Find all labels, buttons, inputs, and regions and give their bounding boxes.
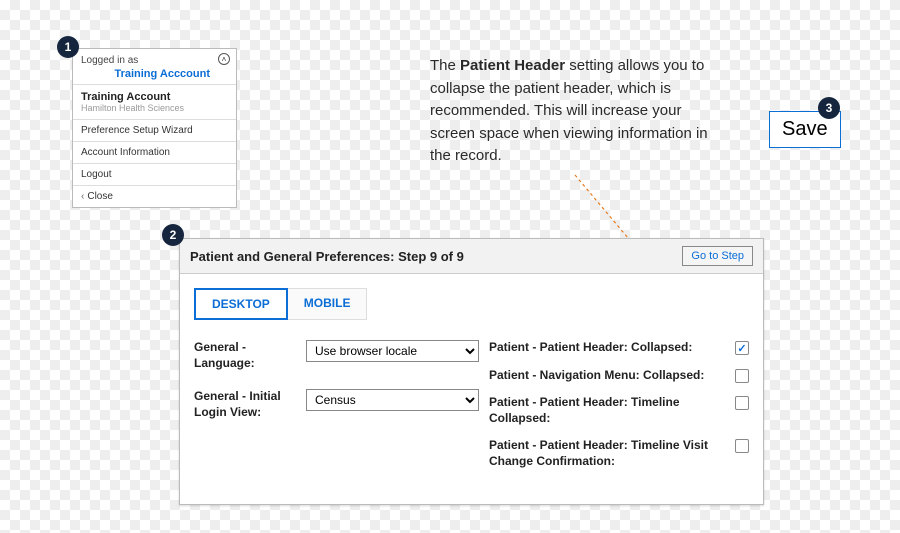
logged-in-label: Logged in as xyxy=(81,55,138,66)
right-column: Patient - Patient Header: Collapsed: Pat… xyxy=(489,340,749,482)
account-org: Hamilton Health Sciences xyxy=(81,103,228,113)
header-collapsed-checkbox[interactable] xyxy=(735,341,749,355)
account-link[interactable]: Training Acccount xyxy=(81,68,228,80)
timeline-collapsed-checkbox[interactable] xyxy=(735,396,749,410)
login-view-select[interactable]: Census xyxy=(306,389,479,411)
step-badge-2: 2 xyxy=(162,224,184,246)
row-visit-confirm: Patient - Patient Header: Timeline Visit… xyxy=(489,438,749,469)
visit-confirm-checkbox[interactable] xyxy=(735,439,749,453)
user-menu-panel: Logged in as ˄ Training Acccount Trainin… xyxy=(72,48,237,208)
menu-item-preference-wizard[interactable]: Preference Setup Wizard xyxy=(73,119,236,141)
tabs-row: DESKTOP MOBILE xyxy=(180,274,763,320)
account-name: Training Account xyxy=(81,91,228,103)
step-badge-3: 3 xyxy=(818,97,840,119)
menu-item-logout[interactable]: Logout xyxy=(73,163,236,185)
collapse-icon[interactable]: ˄ xyxy=(218,53,230,65)
left-column: General - Language: Use browser locale G… xyxy=(194,340,479,482)
go-to-step-button[interactable]: Go to Step xyxy=(682,246,753,266)
desc-bold: Patient Header xyxy=(460,57,565,74)
preferences-body: General - Language: Use browser locale G… xyxy=(180,320,763,504)
language-select[interactable]: Use browser locale xyxy=(306,340,479,362)
preferences-title: Patient and General Preferences: Step 9 … xyxy=(190,249,464,264)
visit-confirm-label: Patient - Patient Header: Timeline Visit… xyxy=(489,438,735,469)
menu-item-account-info[interactable]: Account Information xyxy=(73,141,236,163)
header-collapsed-label: Patient - Patient Header: Collapsed: xyxy=(489,340,735,356)
tab-mobile[interactable]: MOBILE xyxy=(288,288,368,320)
timeline-collapsed-label: Patient - Patient Header: Timeline Colla… xyxy=(489,395,735,426)
field-login-view: General - Initial Login View: Census xyxy=(194,389,479,420)
user-menu-top: Logged in as ˄ Training Acccount xyxy=(73,49,236,84)
step-badge-1: 1 xyxy=(57,36,79,58)
preferences-panel: Patient and General Preferences: Step 9 … xyxy=(179,238,764,505)
row-timeline-collapsed: Patient - Patient Header: Timeline Colla… xyxy=(489,395,749,426)
user-menu-header: Training Account Hamilton Health Science… xyxy=(73,84,236,119)
field-language: General - Language: Use browser locale xyxy=(194,340,479,371)
row-header-collapsed: Patient - Patient Header: Collapsed: xyxy=(489,340,749,356)
nav-collapsed-checkbox[interactable] xyxy=(735,369,749,383)
menu-item-close[interactable]: Close xyxy=(73,185,236,207)
nav-collapsed-label: Patient - Navigation Menu: Collapsed: xyxy=(489,368,735,384)
desc-before: The xyxy=(430,57,460,74)
login-view-label: General - Initial Login View: xyxy=(194,389,306,420)
description-text: The Patient Header setting allows you to… xyxy=(430,55,720,168)
language-label: General - Language: xyxy=(194,340,306,371)
tab-desktop[interactable]: DESKTOP xyxy=(194,288,288,320)
row-nav-collapsed: Patient - Navigation Menu: Collapsed: xyxy=(489,368,749,384)
preferences-header: Patient and General Preferences: Step 9 … xyxy=(180,239,763,274)
